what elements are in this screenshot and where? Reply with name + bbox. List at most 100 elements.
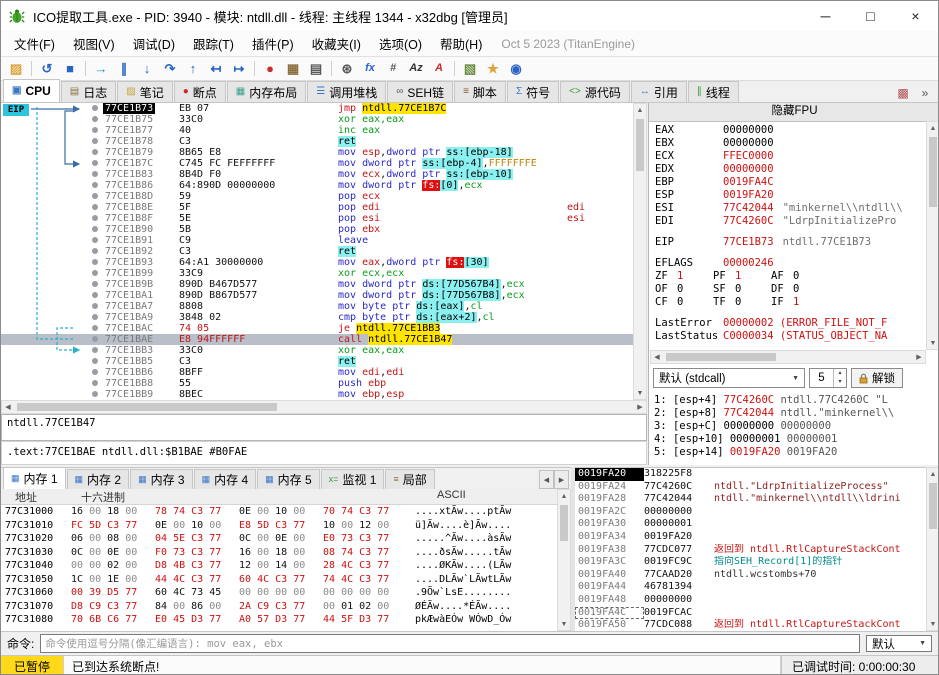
disasm-row[interactable]: 77CE1B8D 59 pop ecx [1,191,633,202]
breakpoint-dot[interactable] [92,259,98,265]
stack-row[interactable]: 0019FA24 77C4260C ntdll."LdrpInitializePro… [575,481,926,494]
dump-tab-监视 1[interactable]: x= 监视 1 [320,469,385,489]
skip-button[interactable]: ↦ [228,59,250,79]
scrollbar-thumb[interactable] [929,137,937,207]
argument-row[interactable]: 2: [esp+8] 77C42044 ntdll."minkernel\\ [654,407,936,420]
dump-row[interactable]: 77C31060 00 39 D5 77 60 4C 73 45 00 00 00 0… [1,586,557,600]
breakpoint-dot[interactable] [92,182,98,188]
minimize-button[interactable]: ─ [803,1,848,31]
register-row[interactable]: EIP 77CE1B73 ntdll.77CE1B73 [655,236,924,249]
disasm-row[interactable]: 77CE1BA9 3848 02 cmp byte ptr ds:[eax+2],c… [1,312,633,323]
register-row[interactable]: EBP 0019FA4C [655,176,924,189]
restart-button[interactable]: ↺ [36,59,58,79]
stack-row[interactable]: 0019FA3C 0019FC9C 指向SEH_Record[1]的指针 [575,556,926,569]
argument-row[interactable]: 5: [esp+14] 0019FA20 0019FA20 [654,446,936,459]
command-input[interactable] [40,634,860,653]
tab-线程[interactable]: ∥ 线程 [687,81,739,102]
tab-SEH链[interactable]: ∞ SEH链 [387,81,454,102]
menu-item-2[interactable]: 调试(D) [124,30,184,57]
breakpoint-dot[interactable] [92,116,98,122]
stack-row[interactable]: 0019FA50 77CDC088 返回到 ntdll.RtlCaptureStac… [575,619,926,631]
close-button[interactable]: × [893,1,938,31]
dump-row[interactable]: 77C31040 00 00 02 00 D8 4B C3 77 12 00 14 0… [1,559,557,573]
breakpoint-dot[interactable] [92,303,98,309]
disasm-row[interactable]: 77CE1BB5 C3 ret [1,356,633,367]
dump-scrollbar[interactable]: ▲ ▼ [557,489,571,631]
tab-内存布局[interactable]: ▦ 内存布局 [226,81,307,102]
tab-nav-right-icon[interactable]: ▶ [554,470,569,489]
disasm-row[interactable]: 77CE1B8F 5E pop esi esi [1,213,633,224]
graph-button[interactable]: ▩ [894,84,912,102]
breakpoint-dot[interactable] [92,237,98,243]
breakpoint-dot[interactable] [92,391,98,397]
register-row[interactable]: CF 0 TF 0 IF 1 [655,296,924,309]
tab-CPU[interactable]: ▣ CPU [3,79,60,102]
register-row[interactable]: EBX 00000000 [655,137,924,150]
log-button[interactable]: ▤ [305,59,327,79]
stack-row[interactable]: 0019FA2C 00000000 [575,506,926,519]
scroll-down-icon[interactable]: ▼ [558,618,570,630]
breakpoints-button[interactable]: ● [259,59,281,79]
registers-hscrollbar[interactable]: ◀ ▶ [650,350,926,364]
dump-row[interactable]: 77C31020 06 00 08 00 04 5E C3 77 0C 00 0E 0… [1,532,557,546]
menu-item-4[interactable]: 插件(P) [243,30,303,57]
dump-tab-内存 3[interactable]: ▦ 内存 3 [130,469,193,489]
breakpoint-dot[interactable] [92,226,98,232]
pause-button[interactable]: ∥ [113,59,135,79]
register-row[interactable]: LastError 00000002 (ERROR_FILE_NOT_F [655,317,924,330]
stack-row[interactable]: 0019FA34 0019FA20 [575,531,926,544]
disasm-row[interactable]: 77CE1B93 64:A1 30000000 mov eax,dword ptr … [1,257,633,268]
disasm-row[interactable]: 77CE1B7C C745 FC FEFFFFFF mov dword ptr ss… [1,158,633,169]
dump-tab-内存 5[interactable]: ▦ 内存 5 [257,469,320,489]
disasm-row[interactable]: 77CE1B91 C9 leave [1,235,633,246]
stack-row[interactable]: 0019FA30 00000001 [575,518,926,531]
register-row[interactable]: LastStatus C0000034 (STATUS_OBJECT_NA [655,330,924,343]
disasm-row[interactable]: 77CE1B92 C3 ret [1,246,633,257]
tab-日志[interactable]: ▤ 日志 [60,81,117,102]
argument-row[interactable]: 3: [esp+C] 00000000 00000000 [654,420,936,433]
patch-button[interactable]: ▧ [459,59,481,79]
maximize-button[interactable]: □ [848,1,893,31]
spin-up-icon[interactable]: ▴ [838,369,841,378]
scroll-left-icon[interactable]: ◀ [2,401,14,413]
disasm-row[interactable]: 77CE1B73 EB 07 jmp ntdll.77CE1B7C [1,103,633,114]
menu-item-1[interactable]: 视图(V) [64,30,124,57]
scroll-down-icon[interactable]: ▼ [927,618,938,630]
scroll-down-icon[interactable]: ▼ [927,337,938,349]
dump-row[interactable]: 77C31070 D8 C9 C3 77 84 00 86 00 2A C9 C3 7… [1,600,557,614]
tab-源代码[interactable]: <> 源代码 [560,81,630,102]
disasm-row[interactable]: 77CE1BAC 74 05 je ntdll.77CE1BB3 [1,323,633,334]
breakpoint-dot[interactable] [92,347,98,353]
spin-down-icon[interactable]: ▾ [838,378,841,387]
disasm-row[interactable]: 77CE1B8E 5F pop edi edi [1,202,633,213]
tab-调用堆栈[interactable]: ☰ 调用堆栈 [307,81,387,102]
scroll-up-icon[interactable]: ▲ [634,104,646,116]
stop-button[interactable]: ■ [59,59,81,79]
memory-map-button[interactable]: ▦ [282,59,304,79]
breakpoint-dot[interactable] [92,369,98,375]
scroll-right-icon[interactable]: ▶ [913,351,925,363]
tab-断点[interactable]: ● 断点 [173,81,226,102]
register-row[interactable]: ZF 1 PF 1 AF 0 [655,270,924,283]
breakpoint-dot[interactable] [92,336,98,342]
step-into-button[interactable]: ↓ [136,59,158,79]
tab-符号[interactable]: Σ 符号 [506,81,560,102]
about-button[interactable]: ◉ [505,59,527,79]
stack-row[interactable]: 0019FA44 46781394 [575,581,926,594]
breakpoint-dot[interactable] [92,270,98,276]
step-over-button[interactable]: ↷ [159,59,181,79]
menu-item-3[interactable]: 跟踪(T) [184,30,243,57]
disasm-row[interactable]: 77CE1B79 8B65 E8 mov esp,dword ptr ss:[ebp… [1,147,633,158]
breakpoint-dot[interactable] [92,193,98,199]
breakpoint-dot[interactable] [92,325,98,331]
tab-nav-left-icon[interactable]: ◀ [539,470,554,489]
register-row[interactable]: EAX 00000000 [655,124,924,137]
breakpoint-dot[interactable] [92,160,98,166]
step-out-button[interactable]: ↑ [182,59,204,79]
stack-row[interactable]: 0019FA40 77CAAD20 ntdll.wcstombs+70 [575,569,926,582]
stack-scrollbar[interactable]: ▲ ▼ [926,467,938,631]
disassembly-scrollbar[interactable]: ▲ ▼ [633,103,647,400]
run-to-return-button[interactable]: ↤ [205,59,227,79]
breakpoint-dot[interactable] [92,105,98,111]
menu-item-0[interactable]: 文件(F) [5,30,64,57]
